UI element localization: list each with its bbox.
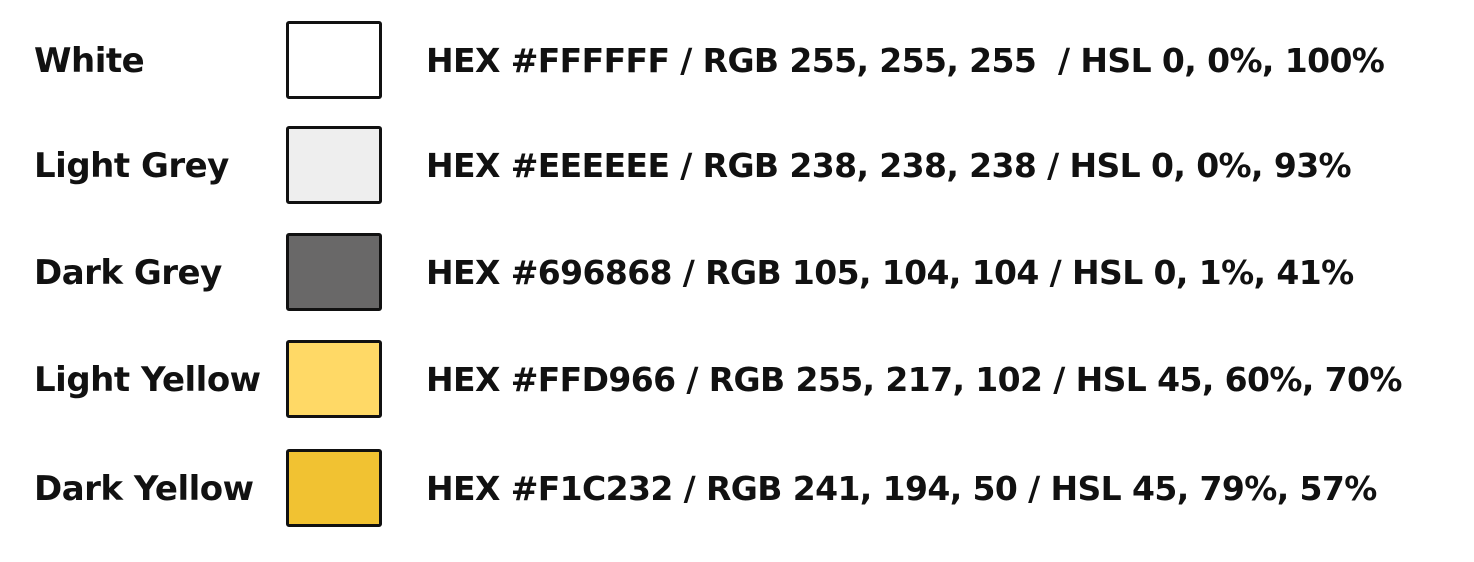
- color-values: HEX #FFFFFF / RGB 255, 255, 255 / HSL 0,…: [426, 41, 1385, 80]
- color-row-dark-grey: Dark Grey HEX #696868 / RGB 105, 104, 10…: [0, 229, 1474, 319]
- color-row-white: White HEX #FFFFFF / RGB 255, 255, 255 / …: [0, 17, 1474, 107]
- color-swatch: [286, 340, 382, 418]
- color-swatch: [286, 21, 382, 99]
- color-values: HEX #696868 / RGB 105, 104, 104 / HSL 0,…: [426, 253, 1354, 292]
- color-swatch: [286, 449, 382, 527]
- color-row-light-yellow: Light Yellow HEX #FFD966 / RGB 255, 217,…: [0, 336, 1474, 426]
- color-name: Dark Yellow: [34, 469, 254, 509]
- color-name: Light Grey: [34, 146, 229, 186]
- color-swatch: [286, 126, 382, 204]
- color-name: Light Yellow: [34, 360, 261, 400]
- color-name: Dark Grey: [34, 253, 222, 293]
- color-name: White: [34, 41, 145, 81]
- color-row-light-grey: Light Grey HEX #EEEEEE / RGB 238, 238, 2…: [0, 122, 1474, 212]
- color-values: HEX #F1C232 / RGB 241, 194, 50 / HSL 45,…: [426, 469, 1377, 508]
- color-values: HEX #EEEEEE / RGB 238, 238, 238 / HSL 0,…: [426, 146, 1352, 185]
- color-swatch: [286, 233, 382, 311]
- color-values: HEX #FFD966 / RGB 255, 217, 102 / HSL 45…: [426, 360, 1402, 399]
- color-row-dark-yellow: Dark Yellow HEX #F1C232 / RGB 241, 194, …: [0, 445, 1474, 535]
- color-palette: White HEX #FFFFFF / RGB 255, 255, 255 / …: [0, 0, 1474, 562]
